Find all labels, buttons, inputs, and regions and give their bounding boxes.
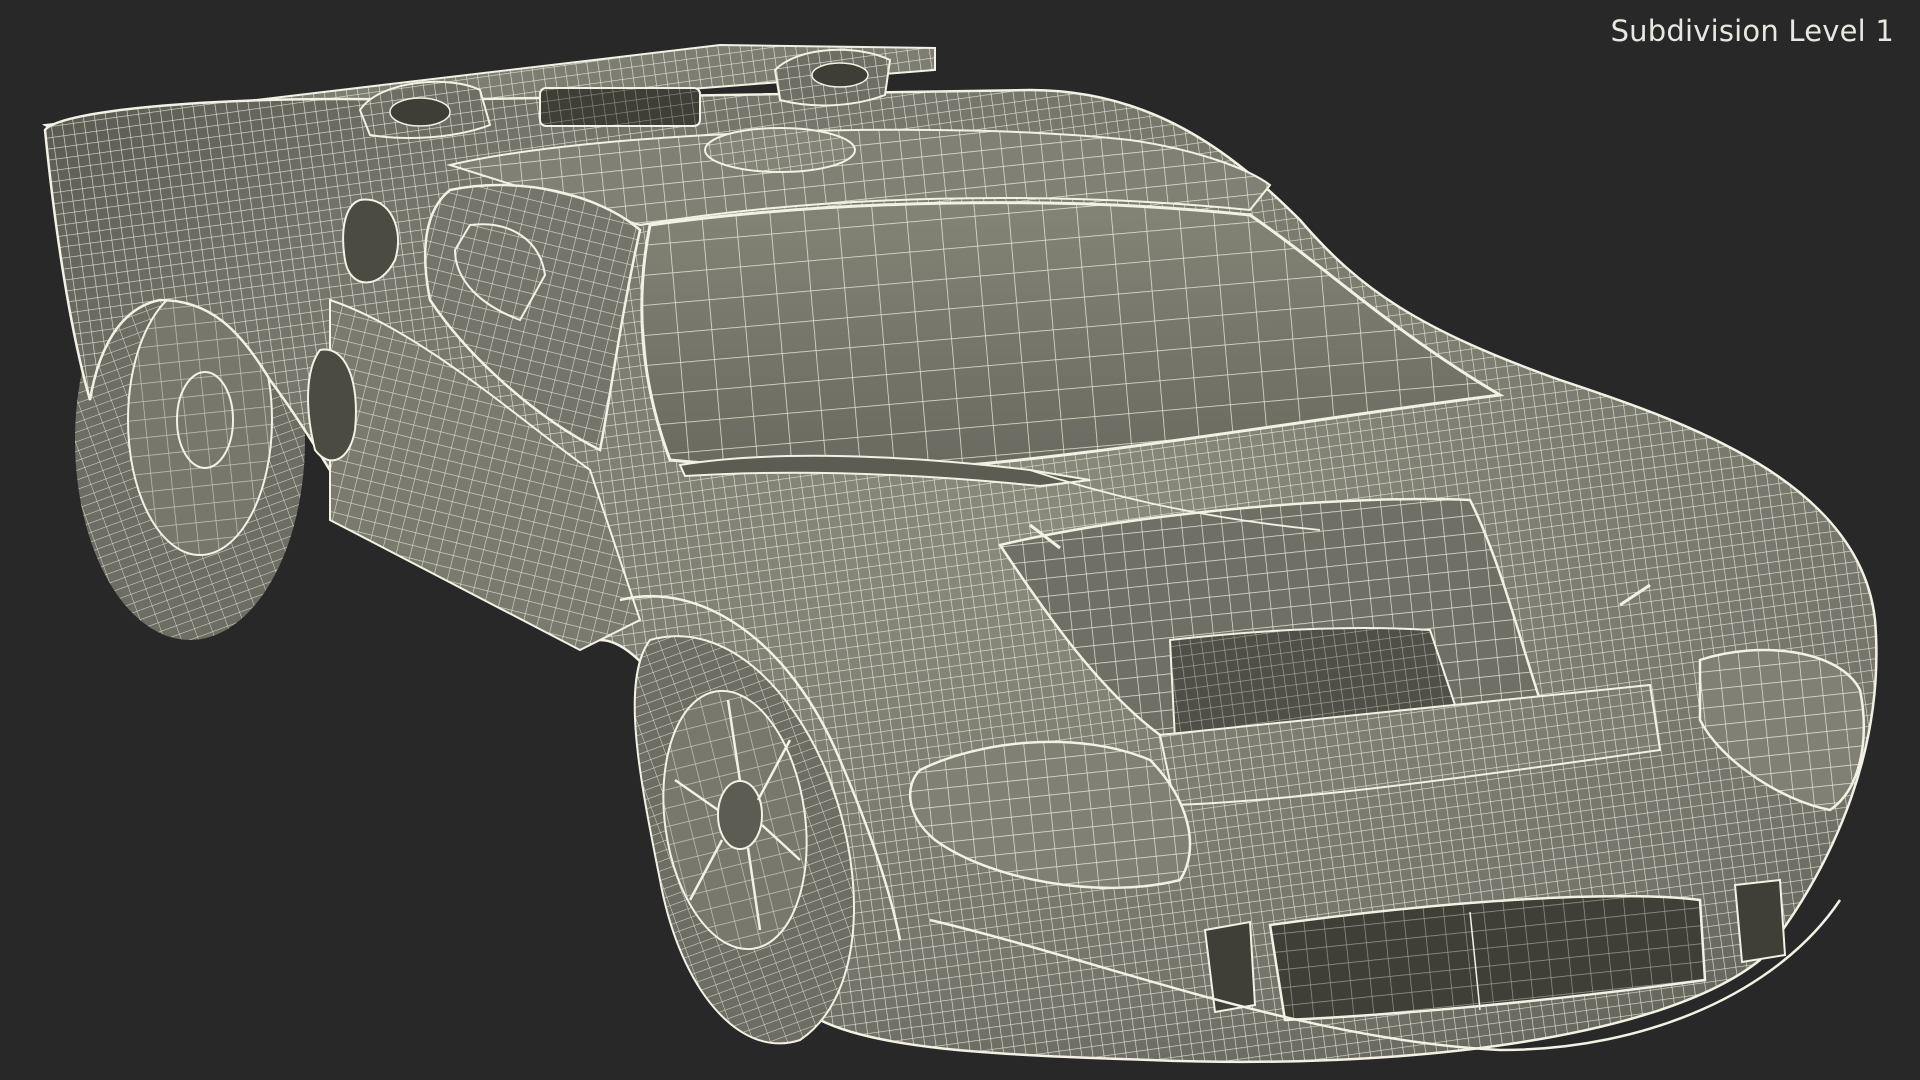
viewport: Subdivision Level 1	[0, 0, 1920, 1080]
car-wireframe-render	[41, 43, 1878, 1064]
subdivision-level-label: Subdivision Level 1	[1610, 14, 1894, 48]
